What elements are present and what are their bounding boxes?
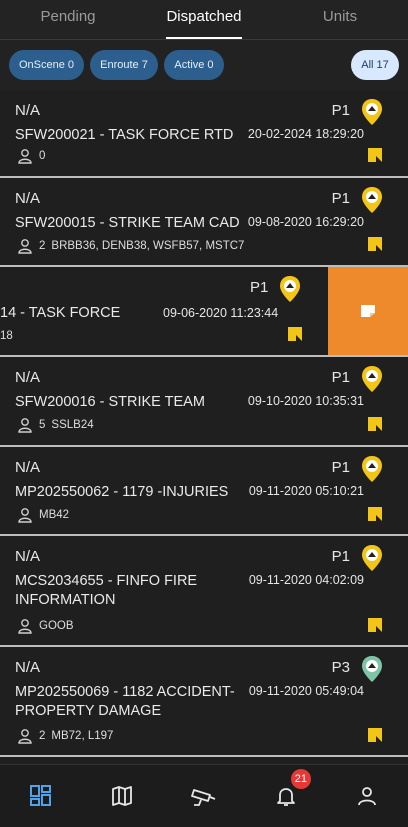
note-icon[interactable] [368, 148, 382, 162]
note-icon[interactable] [368, 507, 382, 521]
note-icon[interactable] [368, 417, 382, 431]
unit-count: 5 [39, 419, 46, 431]
tab-dispatched[interactable]: Dispatched [136, 0, 272, 39]
unit-list: SSLB24 [51, 419, 94, 431]
nav-notifications[interactable]: 21 [245, 765, 327, 827]
responder-icon [18, 149, 32, 164]
unit-list: MB42 [39, 509, 70, 521]
location-pin-icon[interactable] [360, 365, 384, 393]
unit-count: 0 [39, 150, 46, 162]
incident-datetime: 09-11-2020 04:02:09 [248, 573, 364, 587]
swipe-action-button[interactable] [328, 267, 408, 355]
status-tabs: Pending Dispatched Units [0, 0, 408, 40]
incident-title: MP202550062 - 1179 -INJURIES [15, 484, 229, 500]
incident-priority: P3 [331, 659, 350, 676]
responder-icon [18, 729, 32, 744]
incident-units: MB42 [17, 507, 69, 523]
responder-icon [18, 239, 32, 254]
incident-location: N/A [15, 369, 41, 386]
incident-units: 5 SSLB24 [17, 417, 94, 433]
location-pin-icon[interactable] [360, 455, 384, 483]
incident-card[interactable]: N/A P1 MCS2034655 - FINFO FIRE INFORMATI… [0, 536, 408, 647]
incident-priority: P1 [331, 548, 350, 565]
incident-datetime: 09-11-2020 05:49:04 [248, 684, 364, 698]
location-pin-icon[interactable] [360, 186, 384, 214]
responder-icon [18, 619, 32, 634]
nav-dashboard[interactable] [0, 765, 82, 827]
note-icon[interactable] [368, 618, 382, 632]
location-pin-icon[interactable] [278, 275, 302, 303]
incident-card[interactable]: N/A P3 MP202550069 - 1182 ACCIDENT- PROP… [0, 647, 408, 757]
incident-units: 2 MB72, L197 [17, 728, 113, 744]
incident-datetime: 09-11-2020 05:10:21 [248, 484, 364, 498]
incident-title: SFW200015 - STRIKE TEAM CAD [15, 215, 240, 231]
incident-location: N/A [15, 659, 41, 676]
responder-icon [18, 508, 32, 523]
location-pin-icon[interactable] [360, 655, 384, 683]
location-pin-icon[interactable] [360, 544, 384, 572]
incident-title: SFW200016 - STRIKE TEAM [15, 394, 205, 410]
nav-profile[interactable] [326, 765, 408, 827]
unit-list: 18 [0, 330, 13, 342]
filter-all-chip[interactable]: All 17 [351, 50, 399, 80]
incident-priority: P1 [331, 459, 350, 476]
filter-active-chip[interactable]: Active 0 [164, 50, 224, 80]
location-pin-icon[interactable] [360, 98, 384, 126]
filter-onscene-chip[interactable]: OnScene 0 [9, 50, 84, 80]
security-camera-icon [191, 789, 216, 806]
responder-icon [18, 418, 32, 433]
incident-list: N/A P1 SFW200021 - TASK FORCE RTD 20-02-… [0, 90, 408, 764]
incident-card[interactable]: N/A P1 SFW200016 - STRIKE TEAM 09-10-202… [0, 357, 408, 447]
incident-location: N/A [15, 548, 41, 565]
incident-title: 14 - TASK FORCE [0, 305, 121, 321]
incident-units: 0 [17, 148, 45, 164]
unit-list: BRBB36, DENB38, WSFB57, MSTC7 [51, 240, 245, 252]
incident-units: 2 BRBB36, DENB38, WSFB57, MSTC7 [17, 238, 244, 254]
incident-datetime: 20-02-2024 18:29:20 [247, 127, 364, 141]
unit-count: 2 [39, 240, 46, 252]
incident-title: MP202550069 - 1182 ACCIDENT- PROPERTY DA… [15, 684, 235, 719]
notification-badge: 21 [290, 769, 312, 789]
dashboard-icon [29, 785, 51, 806]
incident-location: N/A [15, 102, 41, 119]
incident-location: N/A [15, 190, 41, 207]
unit-list: GOOB [39, 620, 74, 632]
note-icon[interactable] [368, 728, 382, 742]
tab-units[interactable]: Units [272, 0, 408, 39]
note-icon[interactable] [288, 327, 302, 341]
map-icon [112, 786, 133, 806]
incident-card[interactable]: N/A P1 SFW200021 - TASK FORCE RTD 20-02-… [0, 90, 408, 178]
user-icon [358, 787, 377, 806]
incident-datetime: 09-10-2020 10:35:31 [247, 394, 364, 408]
note-add-icon [361, 305, 375, 317]
swiped-card-content: P1 14 - TASK FORCE 09-06-2020 11:23:44 1… [0, 267, 328, 355]
note-icon[interactable] [368, 237, 382, 251]
filter-bar: OnScene 0 Enroute 7 Active 0 All 17 [0, 40, 408, 90]
incident-units: GOOB [17, 618, 74, 634]
bottom-navigation: 21 [0, 764, 408, 827]
nav-camera[interactable] [163, 765, 245, 827]
tab-pending[interactable]: Pending [0, 0, 136, 39]
incident-datetime: 09-08-2020 16:29:20 [247, 215, 364, 229]
incident-priority: P1 [331, 102, 350, 119]
filter-enroute-chip[interactable]: Enroute 7 [90, 50, 158, 80]
bell-icon [276, 788, 295, 806]
unit-list: MB72, L197 [51, 730, 114, 742]
unit-count: 2 [39, 730, 46, 742]
incident-card[interactable]: N/A P1 SFW200015 - STRIKE TEAM CAD 09-08… [0, 178, 408, 267]
incident-datetime: 09-06-2020 11:23:44 [163, 306, 279, 320]
incident-location: N/A [15, 459, 41, 476]
incident-priority: P1 [250, 279, 269, 296]
incident-priority: P1 [331, 369, 350, 386]
incident-card-swiped[interactable]: P1 14 - TASK FORCE 09-06-2020 11:23:44 1… [0, 267, 408, 357]
incident-card[interactable]: N/A P1 MP202550062 - 1179 -INJURIES 09-1… [0, 447, 408, 536]
incident-title: MCS2034655 - FINFO FIRE INFORMATION [15, 573, 198, 608]
nav-map[interactable] [82, 765, 164, 827]
incident-priority: P1 [331, 190, 350, 207]
incident-title: SFW200021 - TASK FORCE RTD [15, 127, 234, 143]
